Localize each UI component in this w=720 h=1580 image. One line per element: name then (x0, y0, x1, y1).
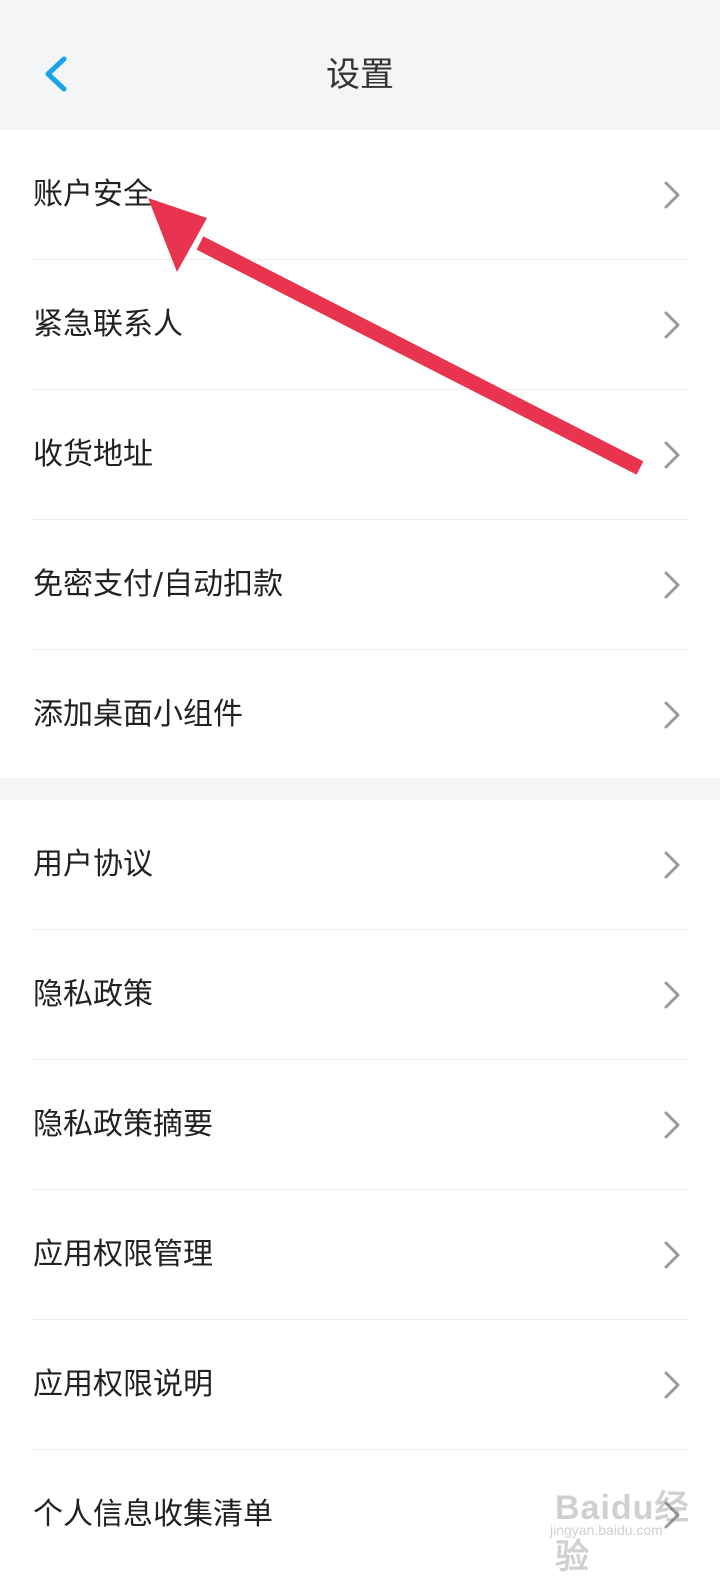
chevron-right-icon (664, 981, 680, 1009)
chevron-right-icon (664, 701, 680, 729)
settings-item-label: 个人信息收集清单 (33, 1497, 273, 1532)
settings-item-label: 紧急联系人 (33, 307, 183, 342)
settings-item-label: 隐私政策摘要 (33, 1107, 213, 1142)
settings-item-label: 隐私政策 (33, 977, 153, 1012)
settings-item-label: 用户协议 (33, 847, 153, 882)
chevron-right-icon (664, 1371, 680, 1399)
settings-item-label: 添加桌面小组件 (33, 697, 243, 732)
settings-item-add-widget[interactable]: 添加桌面小组件 (0, 650, 720, 780)
page-title: 设置 (326, 55, 394, 95)
settings-item-label: 收货地址 (33, 437, 153, 472)
settings-item-permission-description[interactable]: 应用权限说明 (0, 1320, 720, 1450)
chevron-right-icon (664, 1241, 680, 1269)
chevron-right-icon (664, 311, 680, 339)
chevron-right-icon (664, 571, 680, 599)
settings-item-label: 账户安全 (33, 177, 153, 212)
settings-item-label: 免密支付/自动扣款 (33, 567, 284, 602)
chevron-right-icon (664, 851, 680, 879)
chevron-right-icon (664, 1501, 680, 1529)
chevron-right-icon (664, 181, 680, 209)
settings-section-account: 账户安全 紧急联系人 收货地址 免密支付/自动扣款 添加桌面小组件 (0, 130, 720, 778)
header-bar: 设置 (0, 0, 720, 130)
settings-item-password-free-payment[interactable]: 免密支付/自动扣款 (0, 520, 720, 650)
settings-item-account-security[interactable]: 账户安全 (0, 130, 720, 260)
settings-item-emergency-contact[interactable]: 紧急联系人 (0, 260, 720, 390)
settings-section-legal: 用户协议 隐私政策 隐私政策摘要 应用权限管理 应用权限说明 个人信息收集清单 (0, 800, 720, 1553)
section-gap (0, 778, 720, 800)
settings-item-label: 应用权限说明 (33, 1367, 213, 1402)
settings-item-label: 应用权限管理 (33, 1237, 213, 1272)
chevron-right-icon (664, 441, 680, 469)
settings-item-shipping-address[interactable]: 收货地址 (0, 390, 720, 520)
settings-item-permission-management[interactable]: 应用权限管理 (0, 1190, 720, 1320)
chevron-right-icon (664, 1111, 680, 1139)
settings-item-privacy-policy[interactable]: 隐私政策 (0, 930, 720, 1060)
settings-item-user-agreement[interactable]: 用户协议 (0, 800, 720, 930)
settings-item-privacy-summary[interactable]: 隐私政策摘要 (0, 1060, 720, 1190)
settings-item-personal-info-list[interactable]: 个人信息收集清单 (0, 1450, 720, 1580)
